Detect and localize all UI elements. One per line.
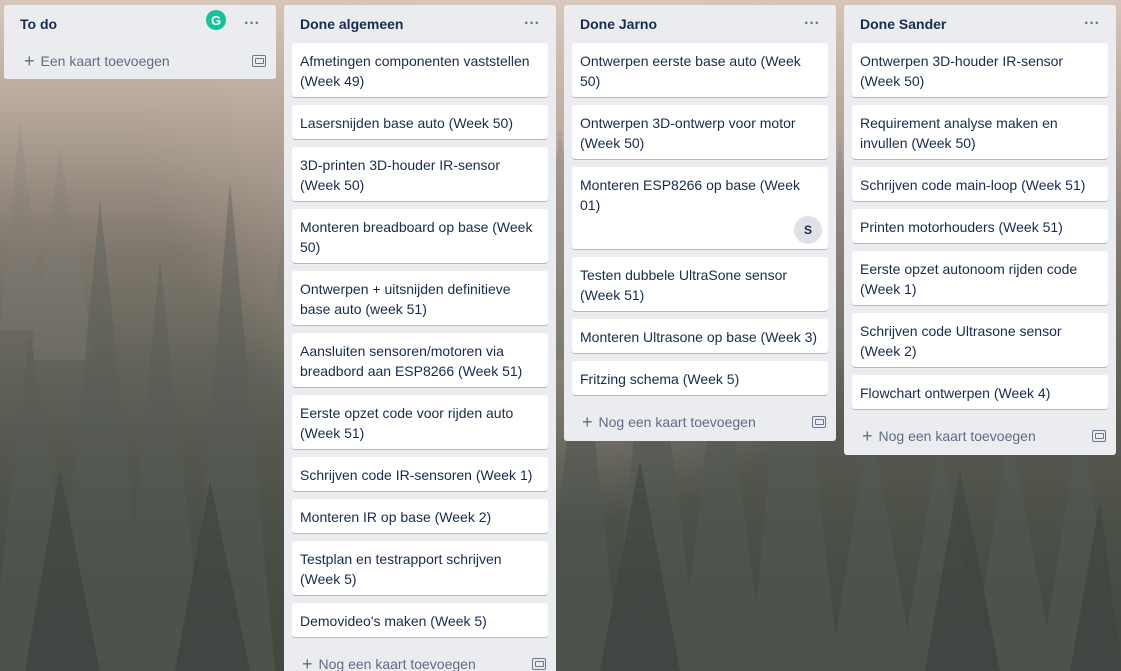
list-done-sander: Done Sander ··· Ontwerpen 3D-houder IR-s…: [844, 5, 1116, 455]
card[interactable]: Eerste opzet code voor rijden auto (Week…: [292, 395, 548, 449]
add-card-button[interactable]: + Nog een kaart toevoegen: [862, 427, 1036, 445]
card[interactable]: Ontwerpen 3D-ontwerp voor motor (Week 50…: [572, 105, 828, 159]
card[interactable]: Aansluiten sensoren/motoren via breadbor…: [292, 333, 548, 387]
add-card-button[interactable]: + Nog een kaart toevoegen: [302, 655, 476, 671]
board: To do ··· + Een kaart toevoegen G Done a…: [0, 0, 1121, 671]
list-title[interactable]: Done algemeen: [300, 16, 403, 32]
card-list: Ontwerpen eerste base auto (Week 50) Ont…: [564, 43, 836, 395]
card[interactable]: Afmetingen componenten vaststellen (Week…: [292, 43, 548, 97]
card-template-icon[interactable]: [812, 416, 826, 428]
add-card-button[interactable]: + Nog een kaart toevoegen: [582, 413, 756, 431]
card[interactable]: Schrijven code IR-sensoren (Week 1): [292, 457, 548, 491]
card[interactable]: Ontwerpen + uitsnijden definitieve base …: [292, 271, 548, 325]
card[interactable]: Requirement analyse maken en invullen (W…: [852, 105, 1108, 159]
card[interactable]: Monteren Ultrasone op base (Week 3): [572, 319, 828, 353]
card[interactable]: Printen motorhouders (Week 51): [852, 209, 1108, 243]
plus-icon: +: [24, 51, 35, 71]
list-to-do: To do ··· + Een kaart toevoegen: [4, 5, 276, 79]
add-card-row: + Een kaart toevoegen: [4, 43, 276, 79]
card[interactable]: 3D-printen 3D-houder IR-sensor (Week 50): [292, 147, 548, 201]
list-header[interactable]: To do ···: [4, 5, 276, 43]
card[interactable]: Monteren IR op base (Week 2): [292, 499, 548, 533]
list-header[interactable]: Done Sander ···: [844, 5, 1116, 43]
card[interactable]: Schrijven code Ultrasone sensor (Week 2): [852, 313, 1108, 367]
card-template-icon[interactable]: [252, 55, 266, 67]
card[interactable]: Demovideo's maken (Week 5): [292, 603, 548, 637]
more-horizontal-icon[interactable]: ···: [1078, 12, 1106, 36]
plus-icon: +: [302, 654, 313, 671]
list-title[interactable]: Done Jarno: [580, 16, 657, 32]
add-card-label: Een kaart toevoegen: [40, 53, 170, 69]
card-list: Afmetingen componenten vaststellen (Week…: [284, 43, 556, 637]
grammarly-icon[interactable]: G: [206, 10, 226, 30]
card[interactable]: Schrijven code main-loop (Week 51): [852, 167, 1108, 201]
card[interactable]: Monteren breadboard op base (Week 50): [292, 209, 548, 263]
list-header[interactable]: Done algemeen ···: [284, 5, 556, 43]
card[interactable]: Eerste opzet autonoom rijden code (Week …: [852, 251, 1108, 305]
list-title[interactable]: To do: [20, 16, 57, 32]
card[interactable]: Fritzing schema (Week 5): [572, 361, 828, 395]
card-list: Ontwerpen 3D-houder IR-sensor (Week 50) …: [844, 43, 1116, 409]
more-horizontal-icon[interactable]: ···: [238, 12, 266, 36]
plus-icon: +: [582, 412, 593, 432]
list-done-algemeen: Done algemeen ··· Afmetingen componenten…: [284, 5, 556, 671]
card[interactable]: Testen dubbele UltraSone sensor (Week 51…: [572, 257, 828, 311]
card[interactable]: Flowchart ontwerpen (Week 4): [852, 375, 1108, 409]
card-template-icon[interactable]: [532, 658, 546, 670]
add-card-label: Nog een kaart toevoegen: [598, 414, 756, 430]
add-card-row: + Nog een kaart toevoegen: [284, 645, 556, 671]
more-horizontal-icon[interactable]: ···: [798, 12, 826, 36]
card[interactable]: Ontwerpen 3D-houder IR-sensor (Week 50): [852, 43, 1108, 97]
card[interactable]: Ontwerpen eerste base auto (Week 50): [572, 43, 828, 97]
add-card-row: + Nog een kaart toevoegen: [564, 403, 836, 441]
list-title[interactable]: Done Sander: [860, 16, 946, 32]
add-card-row: + Nog een kaart toevoegen: [844, 417, 1116, 455]
member-avatar[interactable]: S: [794, 216, 822, 244]
card-title: Monteren ESP8266 op base (Week 01): [580, 177, 800, 213]
add-card-button[interactable]: + Een kaart toevoegen: [24, 52, 170, 70]
card[interactable]: Testplan en testrapport schrijven (Week …: [292, 541, 548, 595]
card[interactable]: Lasersnijden base auto (Week 50): [292, 105, 548, 139]
plus-icon: +: [862, 426, 873, 446]
add-card-label: Nog een kaart toevoegen: [878, 428, 1036, 444]
list-done-jarno: Done Jarno ··· Ontwerpen eerste base aut…: [564, 5, 836, 441]
more-horizontal-icon[interactable]: ···: [518, 12, 546, 36]
list-header[interactable]: Done Jarno ···: [564, 5, 836, 43]
card-template-icon[interactable]: [1092, 430, 1106, 442]
card[interactable]: Monteren ESP8266 op base (Week 01) S: [572, 167, 828, 249]
add-card-label: Nog een kaart toevoegen: [318, 656, 476, 671]
